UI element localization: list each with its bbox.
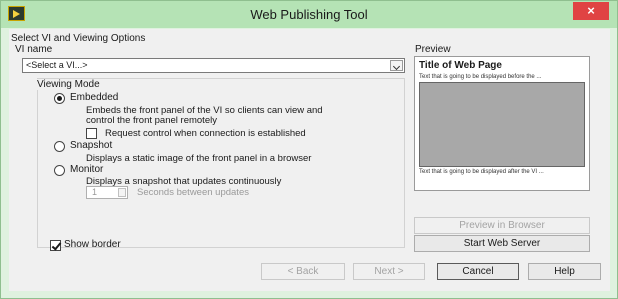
viewing-mode-label: Viewing Mode xyxy=(37,79,102,90)
spinner-arrows-icon[interactable] xyxy=(118,188,126,197)
preview-label: Preview xyxy=(415,44,451,55)
show-border-label[interactable]: Show border xyxy=(64,239,121,250)
vi-name-label: VI name xyxy=(15,44,53,55)
close-button[interactable]: × xyxy=(573,2,609,20)
monitor-radio[interactable] xyxy=(54,165,65,176)
front-panel-preview-image xyxy=(419,82,585,167)
monitor-label[interactable]: Monitor xyxy=(70,164,103,175)
preview-in-browser-button[interactable]: Preview in Browser xyxy=(414,217,590,234)
seconds-between-updates-label: Seconds between updates xyxy=(137,187,249,198)
request-control-checkbox[interactable] xyxy=(86,128,97,139)
section-heading: Select VI and Viewing Options xyxy=(11,33,146,44)
title-bar[interactable]: Web Publishing Tool × xyxy=(1,1,617,28)
embedded-description-line2: control the front panel remotely xyxy=(86,115,217,126)
seconds-between-updates-input[interactable]: 1 xyxy=(86,186,128,199)
cancel-button[interactable]: Cancel xyxy=(437,263,519,280)
embedded-radio[interactable] xyxy=(54,93,65,104)
request-control-label[interactable]: Request control when connection is estab… xyxy=(105,128,306,139)
vi-name-dropdown[interactable]: <Select a VI...> xyxy=(22,58,405,73)
vi-name-value: <Select a VI...> xyxy=(26,60,88,70)
snapshot-label[interactable]: Snapshot xyxy=(70,140,112,151)
web-page-preview: Title of Web Page Text that is going to … xyxy=(414,56,590,191)
preview-page-title: Title of Web Page xyxy=(419,60,502,71)
chevron-down-icon[interactable] xyxy=(390,60,403,71)
snapshot-description: Displays a static image of the front pan… xyxy=(86,153,312,164)
next-button[interactable]: Next > xyxy=(353,263,425,280)
web-publishing-tool-window: Web Publishing Tool × Select VI and View… xyxy=(0,0,618,299)
help-button[interactable]: Help xyxy=(528,263,601,280)
show-border-checkbox[interactable] xyxy=(50,240,61,251)
back-button[interactable]: < Back xyxy=(261,263,345,280)
window-title: Web Publishing Tool xyxy=(250,7,368,22)
preview-text-before: Text that is going to be displayed befor… xyxy=(419,74,542,80)
snapshot-radio[interactable] xyxy=(54,141,65,152)
preview-text-after: Text that is going to be displayed after… xyxy=(419,169,544,175)
start-web-server-button[interactable]: Start Web Server xyxy=(414,235,590,252)
embedded-label[interactable]: Embedded xyxy=(70,92,118,103)
seconds-value: 1 xyxy=(92,187,98,197)
